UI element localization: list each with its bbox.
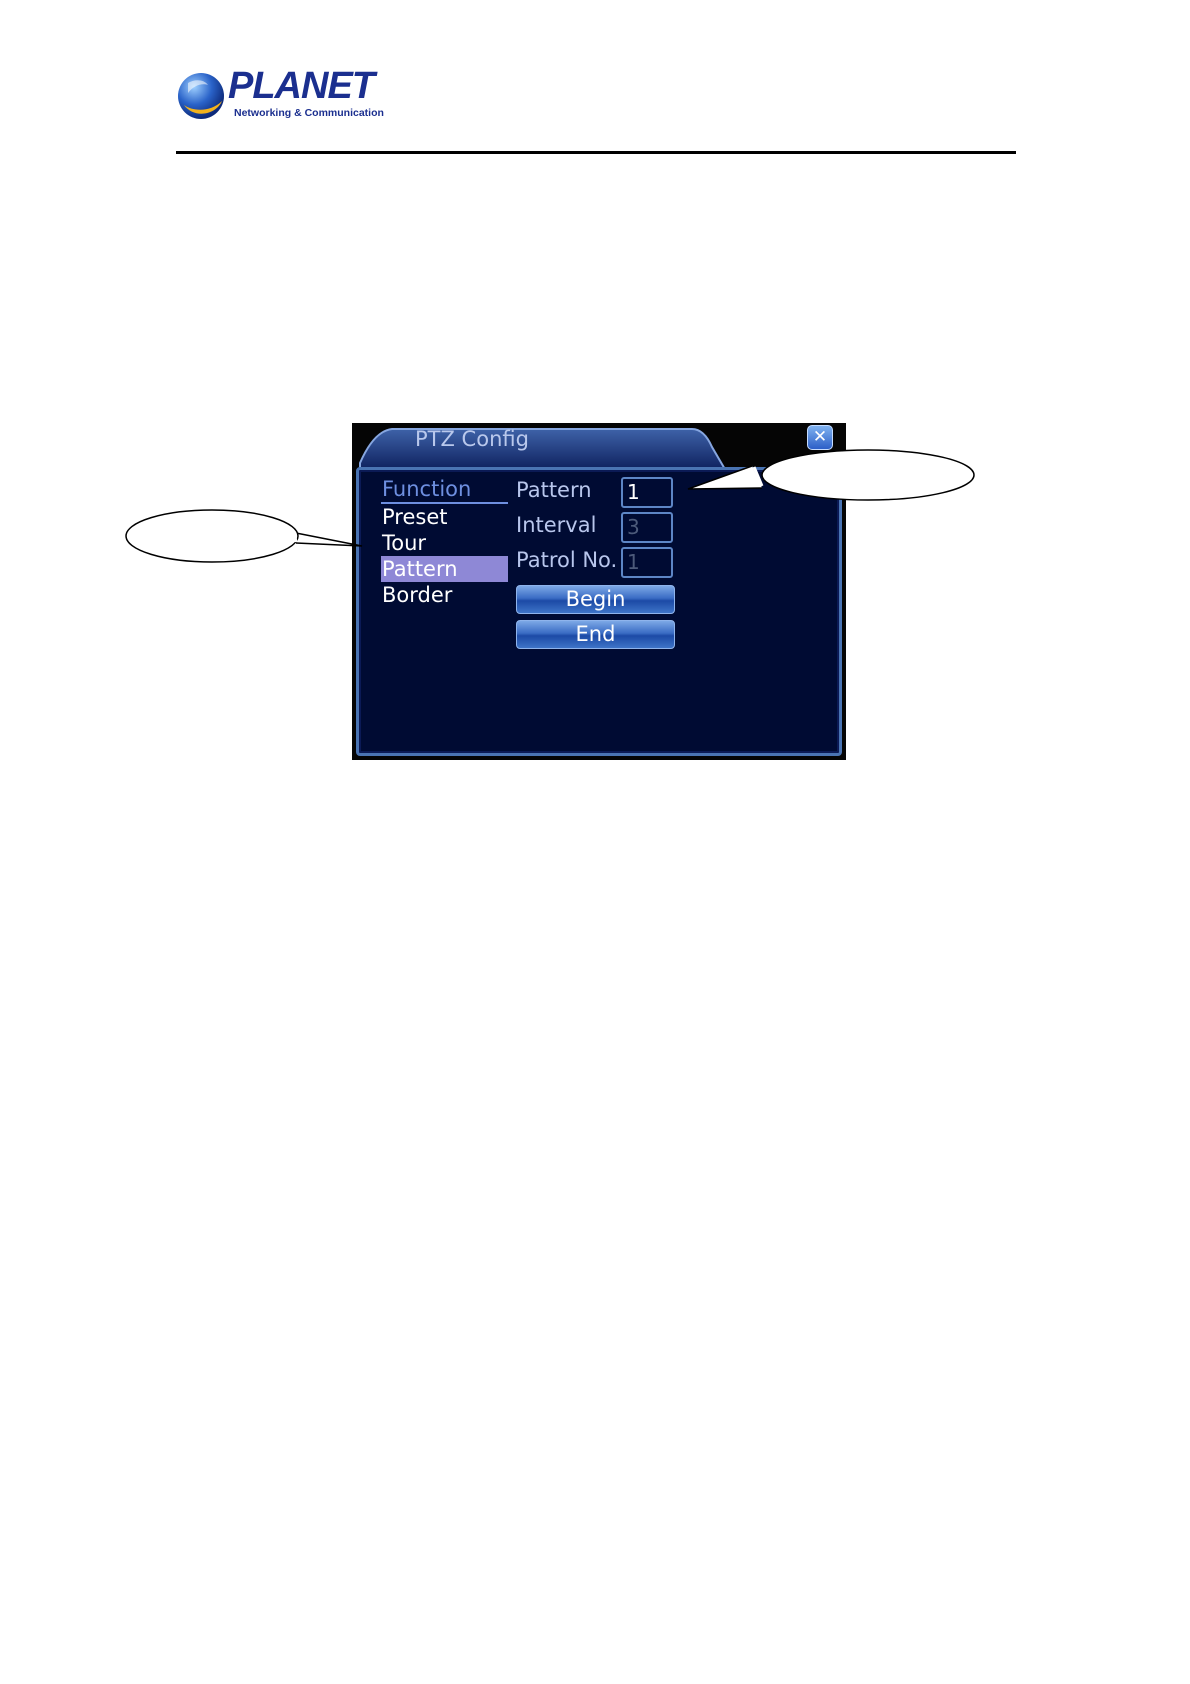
callout-left bbox=[125, 509, 363, 563]
callout-layer bbox=[125, 449, 975, 563]
callout-right bbox=[687, 449, 975, 501]
